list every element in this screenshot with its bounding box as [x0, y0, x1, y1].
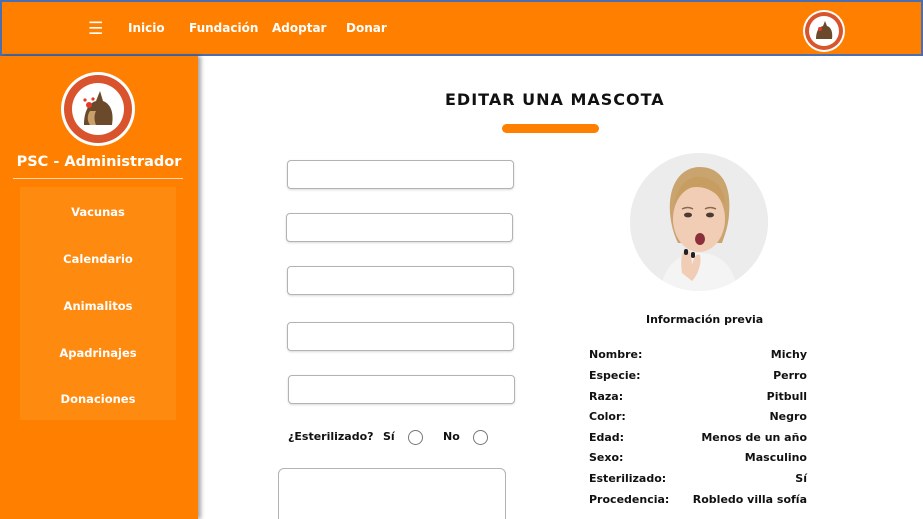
info-label-nombre: Nombre: [589, 348, 643, 361]
info-label-color: Color: [589, 410, 626, 423]
profile-photo-image [630, 153, 768, 291]
info-value-nombre: Michy [770, 348, 807, 361]
title-underline [502, 124, 599, 133]
sterilized-no-label: No [443, 430, 460, 443]
nav-link-adoptar[interactable]: Adoptar [272, 21, 326, 35]
sterilized-no-radio[interactable] [473, 430, 488, 445]
pet-field-4[interactable] [287, 322, 514, 351]
top-navbar: ☰ Inicio Fundación Adoptar Donar [0, 0, 923, 56]
nav-link-inicio[interactable]: Inicio [128, 21, 165, 35]
sidebar-item-animalitos[interactable]: Animalitos [20, 299, 176, 313]
info-value-sexo: Masculino [744, 451, 807, 464]
info-value-color: Negro [769, 410, 807, 423]
info-value-raza: Pitbull [766, 390, 807, 403]
pet-field-3[interactable] [287, 266, 514, 295]
nav-link-fundacion[interactable]: Fundación [189, 21, 258, 35]
foundation-logo [61, 72, 135, 146]
info-label-raza: Raza: [589, 390, 624, 403]
pet-field-2[interactable] [286, 213, 513, 242]
sidebar-item-apadrinajes[interactable]: Apadrinajes [20, 346, 176, 360]
info-value-procedencia: Robledo villa sofía [692, 493, 807, 506]
sidebar-menu: Vacunas Calendario Animalitos Apadrinaje… [20, 187, 176, 420]
pet-field-5[interactable] [288, 375, 515, 404]
info-value-esterilizado: Sí [795, 472, 807, 485]
sidebar-divider [13, 178, 183, 179]
sidebar: PSC - Administrador Vacunas Calendario A… [0, 56, 198, 519]
description-textarea[interactable] [278, 468, 506, 519]
nav-link-donar[interactable]: Donar [346, 21, 387, 35]
sidebar-item-donaciones[interactable]: Donaciones [20, 392, 176, 406]
sidebar-item-calendario[interactable]: Calendario [20, 252, 176, 266]
info-label-especie: Especie: [589, 369, 641, 382]
sterilized-yes-radio[interactable] [408, 430, 423, 445]
hamburger-menu-icon[interactable]: ☰ [88, 19, 103, 39]
sidebar-item-vacunas[interactable]: Vacunas [20, 205, 176, 219]
foundation-logo[interactable] [802, 9, 846, 53]
pet-field-1[interactable] [287, 160, 514, 189]
previous-info-title: Información previa [646, 313, 764, 326]
info-label-esterilizado: Esterilizado: [589, 472, 667, 485]
info-label-procedencia: Procedencia: [589, 493, 670, 506]
sidebar-title: PSC - Administrador [16, 154, 182, 170]
sterilized-question: ¿Esterilizado? [288, 430, 374, 443]
info-label-sexo: Sexo: [589, 451, 624, 464]
info-value-edad: Menos de un año [701, 431, 807, 444]
info-label-edad: Edad: [589, 431, 625, 444]
pet-photo [630, 153, 768, 291]
info-value-especie: Perro [773, 369, 807, 382]
page-title: EDITAR UNA MASCOTA [445, 90, 665, 109]
sterilized-yes-label: Sí [383, 430, 395, 443]
